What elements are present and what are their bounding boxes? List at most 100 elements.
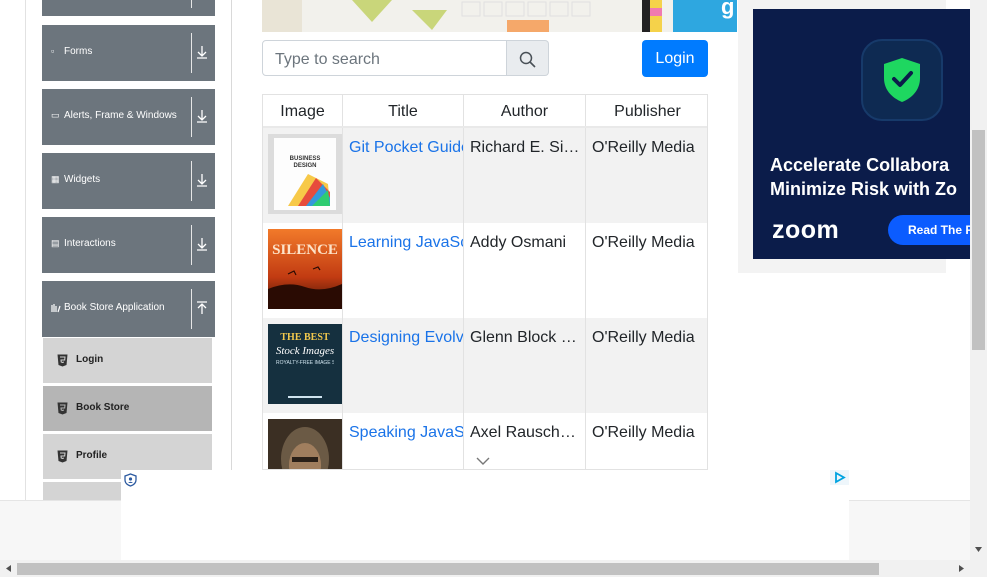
books-table: Image Title Author Publisher BUSINESS DE… [262,94,708,470]
item-label: Book Store [76,402,130,413]
title-cell: Speaking JavaScript [343,413,464,469]
login-button[interactable]: Login [642,40,708,77]
sidebar-group-alerts[interactable]: ▭ Alerts, Frame & Windows [42,89,215,145]
image-cell [263,413,343,469]
ad-privacy-icon[interactable] [124,473,137,487]
book-cover-image: SILENCE [268,229,342,309]
author-cell: Richard E. Silverman [464,128,586,223]
image-cell: THE BEST Stock Images ROYALTY-FREE IMAGE… [263,318,343,413]
book-author: Addy Osmani [470,234,567,251]
search-icon [519,51,536,68]
search-input[interactable]: Type to search [262,40,507,76]
book-cover-image: THE BEST Stock Images ROYALTY-FREE IMAGE… [268,324,342,404]
ad-headline: Accelerate Collabora Minimize Risk with … [770,153,957,201]
table-row: SILENCE Learning JavaScript Design Patte… [263,223,707,318]
table-row: BUSINESS DESIGN Git Pocket Guide Richard… [263,128,707,223]
book-author: Glenn Block et al. [470,329,581,346]
cover-title-line1: BUSINESS [290,156,321,162]
sidebar-item-login[interactable]: Login [43,338,212,383]
chevron-down-icon [197,46,207,59]
book-icon [51,304,61,313]
author-cell: Addy Osmani [464,223,586,318]
chevron-down-icon[interactable] [476,456,490,466]
group-separator [191,225,192,265]
cover-line1: THE BEST [280,332,330,343]
image-cell: SILENCE [263,223,343,318]
item-label: Profile [76,450,108,461]
publisher-cell: O'Reilly Media [586,413,707,469]
group-label: Widgets [64,174,101,185]
book-title-link[interactable]: Learning JavaScript Design Patterns [349,234,463,252]
search-button[interactable] [507,40,549,76]
chevron-up-icon [197,301,207,314]
html5-icon [57,402,68,415]
group-label: Interactions [64,238,116,249]
grid-icon: ▦ [51,174,60,184]
book-publisher: O'Reilly Media [592,424,695,441]
column-header-image[interactable]: Image [263,95,343,127]
book-author: Richard E. Silverman [470,139,581,156]
group-separator [191,33,192,73]
book-title-link[interactable]: Speaking JavaScript [349,424,463,442]
book-title-link[interactable]: Designing Evolvable Web APIs with ASP.NE… [349,329,463,347]
book-cover-image: BUSINESS DESIGN [268,134,342,214]
table-row: THE BEST Stock Images ROYALTY-FREE IMAGE… [263,318,707,413]
column-header-title[interactable]: Title [343,95,464,127]
scroll-down-arrow-icon[interactable] [974,545,983,554]
shield-check-icon [861,39,943,121]
content-left-rule [25,0,26,500]
chevron-down-icon [197,238,207,251]
scroll-left-arrow-icon[interactable] [4,564,13,573]
cover-line3: ROYALTY-FREE IMAGE SITES FOR BOOK COVERS [276,360,334,366]
zoom-advertisement[interactable]: Accelerate Collabora Minimize Risk with … [753,9,970,259]
book-author: Axel Rauschmayer [470,424,581,441]
window-icon: ▭ [51,110,60,120]
sidebar-group-book-store[interactable]: Book Store Application [42,281,215,337]
title-cell: Learning JavaScript Design Patterns [343,223,464,318]
cover-line2: Stock Images [276,345,334,357]
column-header-author[interactable]: Author [464,95,586,127]
publisher-cell: O'Reilly Media [586,223,707,318]
sidebar-right-rule [231,0,232,470]
cover-title-line2: DESIGN [293,163,316,169]
adchoices-icon[interactable] [830,470,849,485]
sidebar-group-widgets[interactable]: ▦ Widgets [42,153,215,209]
sidebar-group-interactions[interactable]: ▤ Interactions [42,217,215,273]
group-separator [191,161,192,201]
group-label: Forms [64,46,93,57]
read-report-button[interactable]: Read The R [888,215,970,245]
list-icon: ▤ [51,238,60,248]
column-header-publisher[interactable]: Publisher [586,95,707,127]
cover-title: SILENCE [272,242,338,258]
sidebar-group-forms[interactable]: ▫ Forms [42,25,215,81]
sidebar-item-book-store[interactable]: Book Store [43,386,212,431]
ad-fragment-text: g [721,0,735,19]
image-cell: BUSINESS DESIGN [263,128,343,223]
bottom-advertisement[interactable] [121,470,849,560]
book-publisher: O'Reilly Media [592,234,695,251]
title-cell: Designing Evolvable Web APIs with ASP.NE… [343,318,464,413]
chevron-down-icon [197,174,207,187]
book-title-link[interactable]: Git Pocket Guide [349,139,463,157]
ad-headline-line2: Minimize Risk with Zo [770,179,958,199]
publisher-cell: O'Reilly Media [586,318,707,413]
scroll-right-arrow-icon[interactable] [957,564,966,573]
group-separator [191,0,192,8]
header-banner-image [262,0,736,32]
zoom-logo: zoom [772,216,840,244]
ad-headline-line1: Accelerate Collabora [770,155,950,175]
vertical-scroll-thumb[interactable] [972,130,985,350]
horizontal-scroll-thumb[interactable] [17,563,879,575]
item-label: Login [76,354,104,365]
group-label: Alerts, Frame & Windows [64,110,177,121]
html5-icon [57,354,68,367]
sidebar-group-elements[interactable] [42,0,215,16]
title-cell: Git Pocket Guide [343,128,464,223]
publisher-cell: O'Reilly Media [586,128,707,223]
html5-icon [57,450,68,463]
author-cell: Glenn Block et al. [464,318,586,413]
group-label: Book Store Application [64,302,165,313]
book-publisher: O'Reilly Media [592,329,695,346]
form-icon: ▫ [51,46,55,56]
ad-fragment-top[interactable]: g [673,0,737,32]
